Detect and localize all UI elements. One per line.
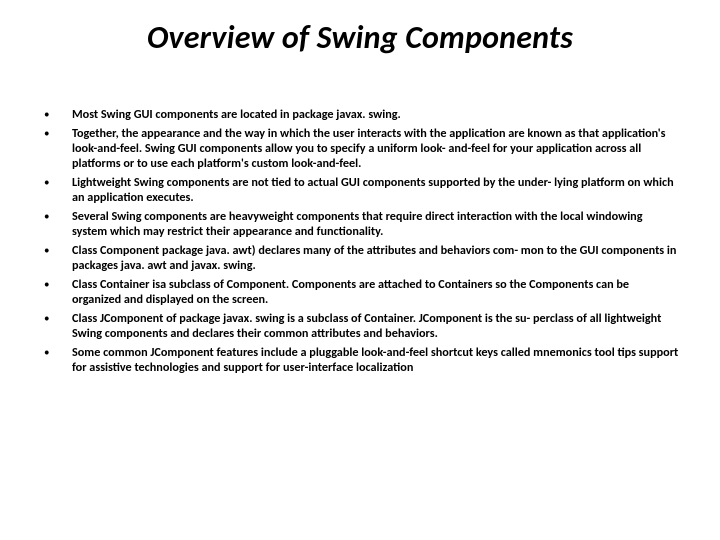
bullet-text: Class JComponent of package javax. swing… [72, 311, 680, 341]
bullet-text: Class Container isa subclass of Componen… [72, 277, 680, 307]
bullet-icon: • [40, 277, 72, 292]
bullet-text: Class Component package java. awt) decla… [72, 243, 680, 273]
list-item: • Together, the appearance and the way i… [40, 126, 680, 171]
bullet-icon: • [40, 243, 72, 258]
list-item: • Several Swing components are heavyweig… [40, 209, 680, 239]
list-item: • Class JComponent of package javax. swi… [40, 311, 680, 341]
bullet-text: Several Swing components are heavyweight… [72, 209, 680, 239]
list-item: • Class Component package java. awt) dec… [40, 243, 680, 273]
bullet-text: Some common JComponent features include … [72, 345, 680, 375]
bullet-icon: • [40, 107, 72, 122]
bullet-icon: • [40, 209, 72, 224]
list-item: • Some common JComponent features includ… [40, 345, 680, 375]
bullet-text: Together, the appearance and the way in … [72, 126, 680, 171]
list-item: • Most Swing GUI components are located … [40, 107, 680, 122]
bullet-text: Lightweight Swing components are not tie… [72, 175, 680, 205]
bullet-icon: • [40, 345, 72, 360]
bullet-icon: • [40, 175, 72, 190]
bullet-text: Most Swing GUI components are located in… [72, 107, 680, 122]
bullet-list: • Most Swing GUI components are located … [40, 107, 680, 375]
bullet-icon: • [40, 126, 72, 141]
slide: Overview of Swing Components • Most Swin… [0, 0, 720, 540]
list-item: • Class Container isa subclass of Compon… [40, 277, 680, 307]
page-title: Overview of Swing Components [40, 18, 680, 57]
bullet-icon: • [40, 311, 72, 326]
list-item: • Lightweight Swing components are not t… [40, 175, 680, 205]
